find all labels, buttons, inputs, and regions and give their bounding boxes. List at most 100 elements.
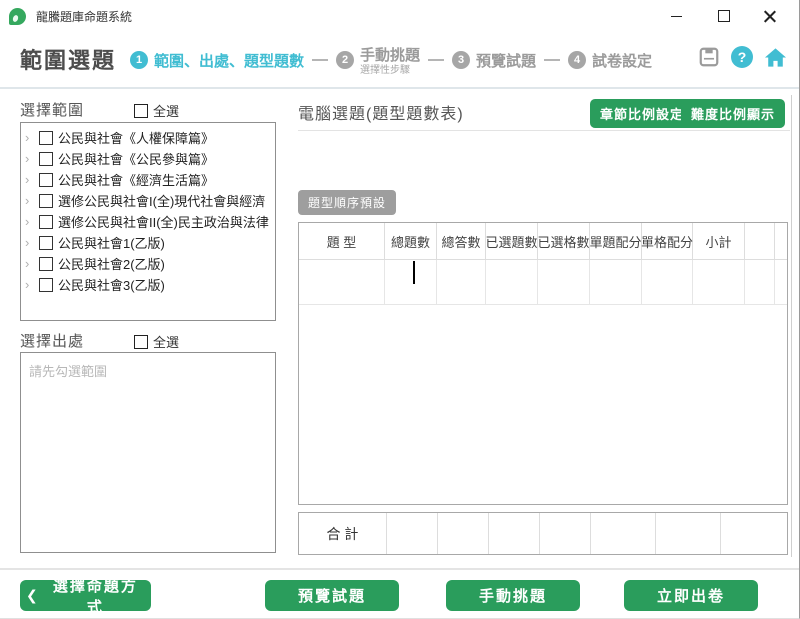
- checkbox-icon: [134, 335, 148, 349]
- minimize-icon: [671, 16, 682, 17]
- chevron-right-icon[interactable]: [25, 130, 37, 145]
- col-header-total-answers: 總答數: [437, 223, 486, 260]
- home-icon: [764, 46, 787, 69]
- header-icons: ?: [697, 45, 787, 69]
- chevron-right-icon[interactable]: [25, 235, 37, 250]
- source-select-all-checkbox[interactable]: 全選: [134, 332, 179, 351]
- range-item-6[interactable]: 公民與社會2(乙版): [21, 253, 275, 274]
- range-item-7[interactable]: 公民與社會3(乙版): [21, 274, 275, 295]
- step-1-label: 範圍、出處、題型題數: [154, 50, 304, 71]
- cell-selected-blanks[interactable]: [538, 260, 590, 305]
- range-select-all-checkbox[interactable]: 全選: [134, 101, 179, 120]
- range-item-label: 公民與社會2(乙版): [58, 254, 165, 273]
- question-type-order-tag[interactable]: 題型順序預設: [298, 190, 396, 215]
- close-icon: [764, 10, 776, 22]
- computer-selection-title: 電腦選題(題型題數表): [298, 100, 464, 124]
- col-header-type: 題 型: [299, 223, 385, 260]
- range-item-label: 選修公民與社會II(全)民主政治與法律: [58, 212, 269, 231]
- step-separator: [428, 59, 444, 61]
- cell-empty-1[interactable]: [745, 260, 775, 305]
- col-header-points-per-question: 單題配分: [590, 223, 642, 260]
- totals-cell: [540, 513, 591, 554]
- cell-subtotal[interactable]: [693, 260, 745, 305]
- step-2-badge: 2: [336, 51, 354, 69]
- checkbox-icon[interactable]: [39, 173, 53, 187]
- source-list[interactable]: 請先勾選範圍: [20, 352, 276, 553]
- save-icon: [698, 46, 720, 68]
- range-item-1[interactable]: 公民與社會《公民參與篇》: [21, 148, 275, 169]
- difficulty-ratio-button[interactable]: 難度比例顯示: [681, 99, 785, 128]
- chapter-ratio-button[interactable]: 章節比例設定: [590, 99, 694, 128]
- totals-cell: [656, 513, 721, 554]
- range-item-label: 公民與社會《經濟生活篇》: [58, 170, 214, 189]
- totals-cell: [721, 513, 787, 554]
- range-item-5[interactable]: 公民與社會1(乙版): [21, 232, 275, 253]
- col-header-empty-2: [775, 223, 787, 260]
- header-divider: [0, 87, 799, 89]
- app-logo-icon: [9, 8, 26, 25]
- close-button[interactable]: [747, 0, 793, 32]
- source-select-all-label: 全選: [153, 332, 179, 351]
- checkbox-icon[interactable]: [39, 131, 53, 145]
- col-header-subtotal: 小計: [693, 223, 745, 260]
- cell-points-per-question[interactable]: [590, 260, 642, 305]
- question-type-table: 題 型 總題數 總答數 已選題數 已選格數 單題配分 單格配分 小計: [298, 222, 788, 505]
- manual-pick-button[interactable]: 手動挑題: [446, 580, 580, 611]
- checkbox-icon[interactable]: [39, 152, 53, 166]
- maximize-button[interactable]: [701, 0, 747, 32]
- source-section-label: 選擇出處: [20, 330, 84, 351]
- step-4-paper-settings[interactable]: 4 試卷設定: [568, 50, 652, 71]
- table-data-row[interactable]: [299, 260, 787, 305]
- checkbox-icon[interactable]: [39, 194, 53, 208]
- cell-total-questions[interactable]: [385, 260, 437, 305]
- save-button[interactable]: [697, 45, 721, 69]
- step-4-label: 試卷設定: [592, 50, 652, 71]
- chevron-left-icon: ❮: [26, 587, 40, 604]
- back-button-label: 選擇命題方式: [46, 575, 145, 617]
- col-header-total-questions: 總題數: [385, 223, 437, 260]
- maximize-icon: [718, 10, 730, 22]
- range-tree-list[interactable]: 公民與社會《人權保障篇》 公民與社會《公民參與篇》 公民與社會《經濟生活篇》 選…: [20, 122, 276, 321]
- step-3-label: 預覽試題: [476, 50, 536, 71]
- wizard-header: 範圍選題 1 範圍、出處、題型題數 2 手動挑題 選擇性步驟 3 預覽試題 4: [0, 34, 799, 86]
- chevron-right-icon[interactable]: [25, 193, 37, 208]
- help-button[interactable]: ?: [730, 45, 754, 69]
- cell-empty-2[interactable]: [775, 260, 787, 305]
- back-to-method-button[interactable]: ❮ 選擇命題方式: [20, 580, 151, 611]
- range-item-3[interactable]: 選修公民與社會I(全)現代社會與經濟: [21, 190, 275, 211]
- range-item-label: 公民與社會《人權保障篇》: [58, 128, 214, 147]
- chevron-right-icon[interactable]: [25, 172, 37, 187]
- checkbox-icon[interactable]: [39, 215, 53, 229]
- generate-paper-button[interactable]: 立即出卷: [624, 580, 758, 611]
- step-2-sublabel: 選擇性步驟: [360, 65, 420, 76]
- cell-total-answers[interactable]: [437, 260, 486, 305]
- panel-right-border: [791, 95, 792, 557]
- chevron-right-icon[interactable]: [25, 151, 37, 166]
- preview-questions-button[interactable]: 預覽試題: [265, 580, 399, 611]
- minimize-button[interactable]: [653, 0, 699, 32]
- range-section-label: 選擇範圍: [20, 99, 84, 120]
- table-header-row: 題 型 總題數 總答數 已選題數 已選格數 單題配分 單格配分 小計: [299, 223, 787, 260]
- chevron-right-icon[interactable]: [25, 214, 37, 229]
- range-item-label: 公民與社會3(乙版): [58, 275, 165, 294]
- home-button[interactable]: [763, 45, 787, 69]
- range-item-2[interactable]: 公民與社會《經濟生活篇》: [21, 169, 275, 190]
- page-title: 範圍選題: [20, 43, 116, 75]
- step-3-preview[interactable]: 3 預覽試題: [452, 50, 536, 71]
- checkbox-icon[interactable]: [39, 257, 53, 271]
- totals-cell: [438, 513, 489, 554]
- checkbox-icon[interactable]: [39, 236, 53, 250]
- checkbox-icon[interactable]: [39, 278, 53, 292]
- chevron-right-icon[interactable]: [25, 256, 37, 271]
- cell-points-per-blank[interactable]: [642, 260, 693, 305]
- step-1-range[interactable]: 1 範圍、出處、題型題數: [130, 50, 304, 71]
- cell-type[interactable]: [299, 260, 385, 305]
- col-header-selected-questions: 已選題數: [486, 223, 538, 260]
- help-icon: ?: [731, 46, 753, 68]
- step-2-manual-pick[interactable]: 2 手動挑題 選擇性步驟: [336, 44, 420, 76]
- chevron-right-icon[interactable]: [25, 277, 37, 292]
- range-item-0[interactable]: 公民與社會《人權保障篇》: [21, 127, 275, 148]
- cell-selected-questions[interactable]: [486, 260, 538, 305]
- range-item-4[interactable]: 選修公民與社會II(全)民主政治與法律: [21, 211, 275, 232]
- step-3-badge: 3: [452, 51, 470, 69]
